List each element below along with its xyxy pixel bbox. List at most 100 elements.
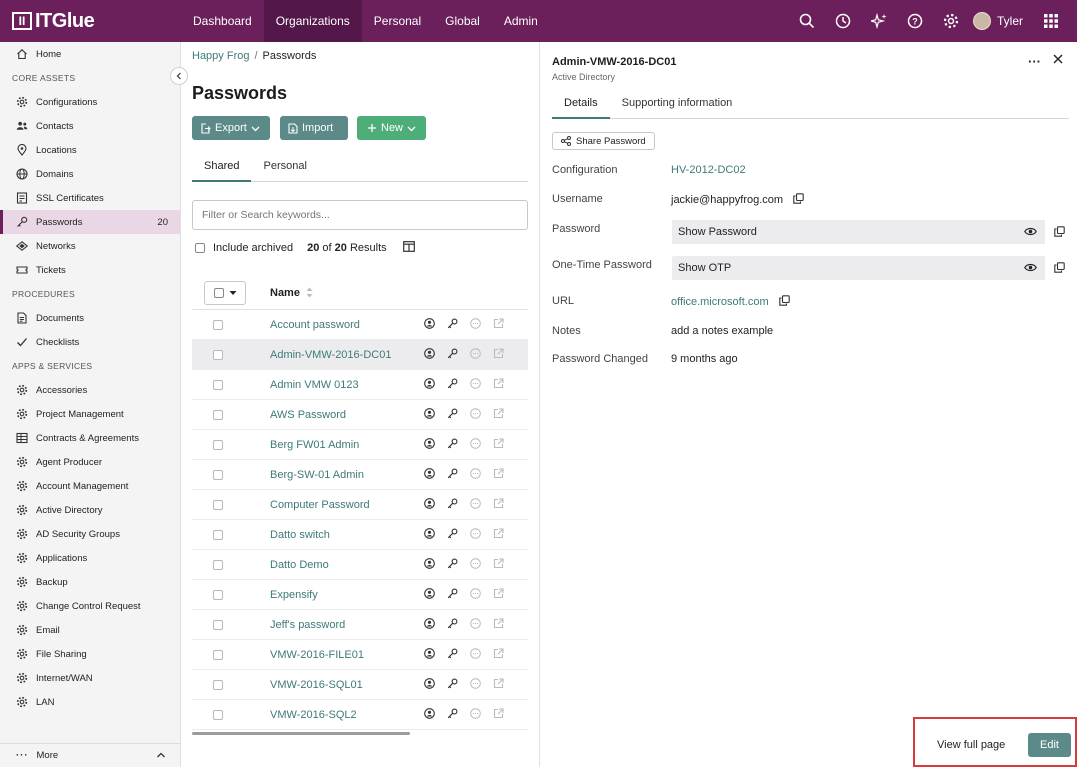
sidebar-item-agent-producer[interactable]: Agent Producer [0,450,180,474]
otp-icon[interactable] [470,317,481,332]
sidebar-item-configurations[interactable]: Configurations [0,90,180,114]
sidebar-item-change-control-request[interactable]: Change Control Request [0,594,180,618]
otp-icon[interactable] [470,587,481,602]
sidebar-item-passwords[interactable]: Passwords 20 [0,210,180,234]
configuration-link[interactable]: HV-2012-DC02 [671,164,746,176]
password-name-link[interactable]: Account password [270,319,360,331]
key-icon[interactable] [447,558,458,572]
external-link-icon[interactable] [493,677,504,692]
settings-icon[interactable] [933,0,969,42]
breadcrumb-org-link[interactable]: Happy Frog [192,50,249,62]
key-icon[interactable] [447,318,458,332]
password-name-link[interactable]: VMW-2016-SQL2 [270,709,357,721]
external-link-icon[interactable] [493,437,504,452]
password-name-link[interactable]: AWS Password [270,409,346,421]
password-name-link[interactable]: Expensify [270,589,318,601]
itglue-logo[interactable]: II ITGlue [0,0,181,42]
table-row[interactable]: Admin VMW 0123 [192,370,528,400]
columns-icon[interactable] [402,241,415,255]
row-checkbox[interactable] [213,649,223,660]
row-checkbox[interactable] [213,559,223,570]
person-icon[interactable] [424,407,435,422]
key-icon[interactable] [447,408,458,422]
row-checkbox[interactable] [213,499,223,510]
eye-icon[interactable] [1024,226,1037,240]
otp-icon[interactable] [470,437,481,452]
copy-otp-icon[interactable] [1054,262,1065,276]
copy-icon[interactable] [793,193,804,207]
tab-details[interactable]: Details [552,97,610,119]
tab-personal[interactable]: Personal [251,160,318,182]
external-link-icon[interactable] [493,497,504,512]
person-icon[interactable] [424,557,435,572]
key-icon[interactable] [447,618,458,632]
external-link-icon[interactable] [493,407,504,422]
sidebar-item-ad-security-groups[interactable]: AD Security Groups [0,522,180,546]
export-button[interactable]: Export [192,116,270,140]
table-row[interactable]: Datto Demo [192,550,528,580]
person-icon[interactable] [424,527,435,542]
sidebar-item-contacts[interactable]: Contacts [0,114,180,138]
otp-icon[interactable] [470,677,481,692]
external-link-icon[interactable] [493,587,504,602]
password-name-link[interactable]: Jeff's password [270,619,345,631]
sidebar-item-networks[interactable]: Networks [0,234,180,258]
row-checkbox[interactable] [213,439,223,450]
table-row[interactable]: Datto switch [192,520,528,550]
help-icon[interactable]: ? [897,0,933,42]
key-icon[interactable] [447,498,458,512]
edit-button[interactable]: Edit [1028,733,1071,757]
table-row[interactable]: Jeff's password [192,610,528,640]
otp-icon[interactable] [470,407,481,422]
person-icon[interactable] [424,347,435,362]
password-name-link[interactable]: Admin VMW 0123 [270,379,359,391]
show-otp-field[interactable]: Show OTP [672,256,1045,280]
external-link-icon[interactable] [493,707,504,722]
external-link-icon[interactable] [493,617,504,632]
person-icon[interactable] [424,677,435,692]
external-link-icon[interactable] [493,317,504,332]
tab-shared[interactable]: Shared [192,160,252,182]
sidebar-item-contracts-agreements[interactable]: Contracts & Agreements [0,426,180,450]
user-menu[interactable]: Tyler [969,12,1033,30]
url-link[interactable]: office.microsoft.com [671,296,769,308]
row-checkbox[interactable] [213,679,223,690]
sidebar-item-documents[interactable]: Documents [0,306,180,330]
row-checkbox[interactable] [213,319,223,330]
sidebar-item-checklists[interactable]: Checklists [0,330,180,354]
share-password-button[interactable]: Share Password [552,132,655,150]
nav-admin[interactable]: Admin [492,0,550,42]
password-name-link[interactable]: Datto Demo [270,559,329,571]
view-full-page-link[interactable]: View full page [937,739,1005,751]
sidebar-item-project-management[interactable]: Project Management [0,402,180,426]
table-row[interactable]: Computer Password [192,490,528,520]
row-checkbox[interactable] [213,589,223,600]
row-checkbox[interactable] [213,469,223,480]
nav-organizations[interactable]: Organizations [263,0,362,42]
person-icon[interactable] [424,317,435,332]
key-icon[interactable] [447,678,458,692]
table-row[interactable]: Berg FW01 Admin [192,430,528,460]
otp-icon[interactable] [470,347,481,362]
sidebar-item-locations[interactable]: Locations [0,138,180,162]
password-name-link[interactable]: Datto switch [270,529,330,541]
person-icon[interactable] [424,707,435,722]
person-icon[interactable] [424,497,435,512]
otp-icon[interactable] [470,557,481,572]
otp-icon[interactable] [470,497,481,512]
horizontal-scrollbar[interactable] [192,732,410,735]
key-icon[interactable] [447,348,458,362]
sidebar-item-accessories[interactable]: Accessories [0,378,180,402]
row-checkbox[interactable] [213,379,223,390]
person-icon[interactable] [424,617,435,632]
person-icon[interactable] [424,647,435,662]
password-name-link[interactable]: Computer Password [270,499,370,511]
apps-grid-icon[interactable] [1033,0,1069,42]
row-checkbox[interactable] [213,619,223,630]
otp-icon[interactable] [470,707,481,722]
close-icon[interactable] [1053,54,1063,67]
sidebar-item-account-management[interactable]: Account Management [0,474,180,498]
otp-icon[interactable] [470,647,481,662]
password-name-link[interactable]: Berg FW01 Admin [270,439,359,451]
key-icon[interactable] [447,468,458,482]
